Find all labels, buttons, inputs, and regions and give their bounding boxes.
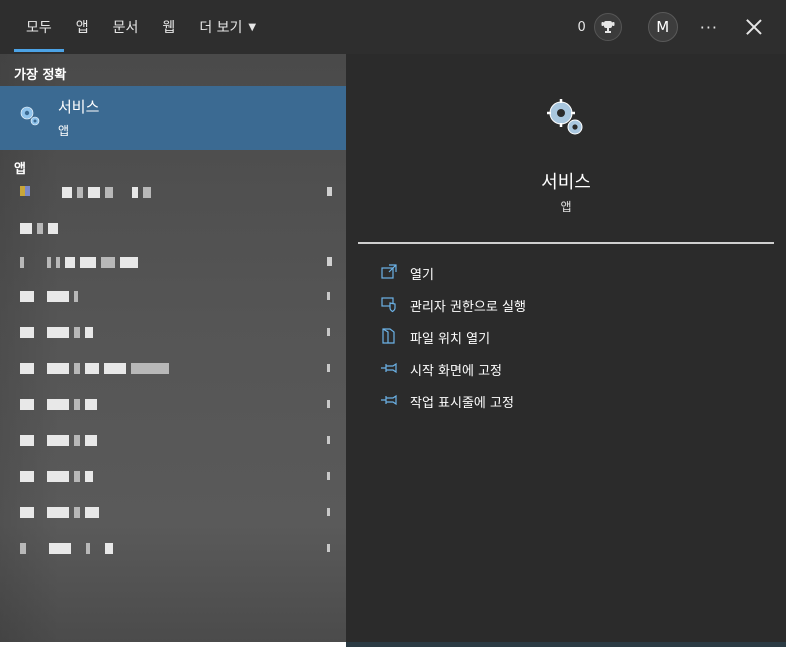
scroll-indicator — [327, 364, 330, 372]
best-match-title: 서비스 — [58, 98, 100, 116]
tab-label: 앱 — [75, 20, 89, 36]
redacted-app-name — [20, 325, 93, 339]
list-item[interactable] — [0, 316, 346, 348]
action-label: 시작 화면에 고정 — [410, 364, 502, 379]
list-item[interactable] — [0, 212, 346, 244]
preview-title: 서비스 — [541, 172, 591, 193]
tab-documents[interactable]: 문서 — [101, 0, 151, 54]
redacted-app-name — [20, 469, 93, 483]
list-item[interactable] — [0, 176, 346, 208]
header-actions: 0 M ··· — [577, 0, 786, 54]
redacted-app-name — [20, 289, 78, 303]
chevron-down-icon: ▼ — [248, 21, 257, 33]
chevron-right-icon[interactable] — [327, 187, 332, 196]
taskbar-edge — [346, 642, 786, 647]
pin-icon — [381, 394, 397, 406]
redacted-app-name — [62, 185, 151, 199]
action-pin-to-taskbar[interactable]: 작업 표시줄에 고정 — [358, 384, 774, 416]
action-open-file-location[interactable]: 파일 위치 열기 — [358, 320, 774, 352]
scroll-indicator — [327, 508, 330, 516]
preview-divider — [358, 242, 774, 244]
chevron-right-icon[interactable] — [327, 257, 332, 266]
redacted-app-name — [20, 505, 99, 519]
scroll-indicator — [327, 400, 330, 408]
redacted-app-name — [20, 541, 113, 555]
tab-apps[interactable]: 앱 — [64, 0, 101, 54]
preview-pane: 서비스 앱 열기 관리자 권한으로 실행 파일 위치 열기 시작 화면에 고정 … — [358, 66, 774, 642]
app-icon — [20, 186, 30, 196]
redacted-app-name — [20, 433, 97, 447]
preview-header: 서비스 앱 — [358, 66, 774, 242]
tab-all[interactable]: 모두 — [14, 0, 64, 54]
action-pin-to-start[interactable]: 시작 화면에 고정 — [358, 352, 774, 384]
list-item[interactable] — [0, 496, 346, 528]
apps-heading: 앱 — [14, 162, 26, 177]
close-button[interactable] — [744, 17, 764, 37]
list-item[interactable] — [0, 352, 346, 384]
tab-label: 모두 — [26, 20, 52, 36]
results-panel: 가장 정확 서비스 앱 앱 — [0, 54, 346, 642]
open-icon — [381, 264, 397, 279]
pin-icon — [381, 362, 397, 374]
scroll-indicator — [327, 544, 330, 552]
tab-web[interactable]: 웹 — [150, 0, 187, 54]
redacted-app-name — [20, 221, 58, 235]
list-item[interactable] — [0, 424, 346, 456]
search-tabs: 모두 앱 문서 웹 더 보기 ▼ — [14, 0, 268, 54]
admin-shield-icon — [381, 297, 396, 313]
list-item[interactable] — [0, 246, 346, 278]
tab-more[interactable]: 더 보기 ▼ — [187, 0, 268, 54]
services-gear-icon — [20, 106, 40, 126]
list-item[interactable] — [0, 460, 346, 492]
file-location-icon — [382, 328, 395, 344]
best-match-subtitle: 앱 — [58, 124, 70, 138]
action-label: 작업 표시줄에 고정 — [410, 396, 514, 411]
more-options-button[interactable]: ··· — [700, 18, 718, 37]
trophy-icon — [601, 21, 615, 33]
tab-label: 웹 — [162, 20, 176, 36]
action-label: 관리자 권한으로 실행 — [410, 300, 526, 315]
scroll-indicator — [327, 292, 330, 300]
action-run-as-admin[interactable]: 관리자 권한으로 실행 — [358, 288, 774, 320]
rewards-points: 0 — [577, 19, 586, 35]
search-box-edge — [0, 642, 346, 647]
action-label: 열기 — [410, 268, 434, 283]
search-top-bar: 모두 앱 문서 웹 더 보기 ▼ 0 M ··· — [0, 0, 786, 54]
avatar-initial: M — [656, 18, 670, 36]
scroll-indicator — [327, 436, 330, 444]
rewards-trophy-button[interactable] — [593, 13, 622, 41]
scroll-indicator — [327, 328, 330, 336]
preview-actions: 열기 관리자 권한으로 실행 파일 위치 열기 시작 화면에 고정 작업 표시줄… — [358, 256, 774, 416]
tab-label: 문서 — [112, 20, 139, 36]
action-open[interactable]: 열기 — [358, 256, 774, 288]
best-match-heading: 가장 정확 — [14, 68, 67, 83]
list-item[interactable] — [0, 280, 346, 312]
tab-label: 더 보기 — [199, 20, 243, 36]
services-gear-icon — [547, 99, 583, 135]
best-match-result-services[interactable]: 서비스 앱 — [0, 86, 346, 150]
scroll-indicator — [327, 472, 330, 480]
account-avatar-button[interactable]: M — [647, 12, 678, 42]
preview-subtitle: 앱 — [560, 200, 572, 214]
redacted-app-name — [20, 397, 97, 411]
redacted-app-name — [20, 255, 138, 269]
redacted-app-name — [20, 361, 169, 375]
list-item[interactable] — [0, 388, 346, 420]
list-item[interactable] — [0, 532, 346, 564]
action-label: 파일 위치 열기 — [410, 332, 491, 347]
